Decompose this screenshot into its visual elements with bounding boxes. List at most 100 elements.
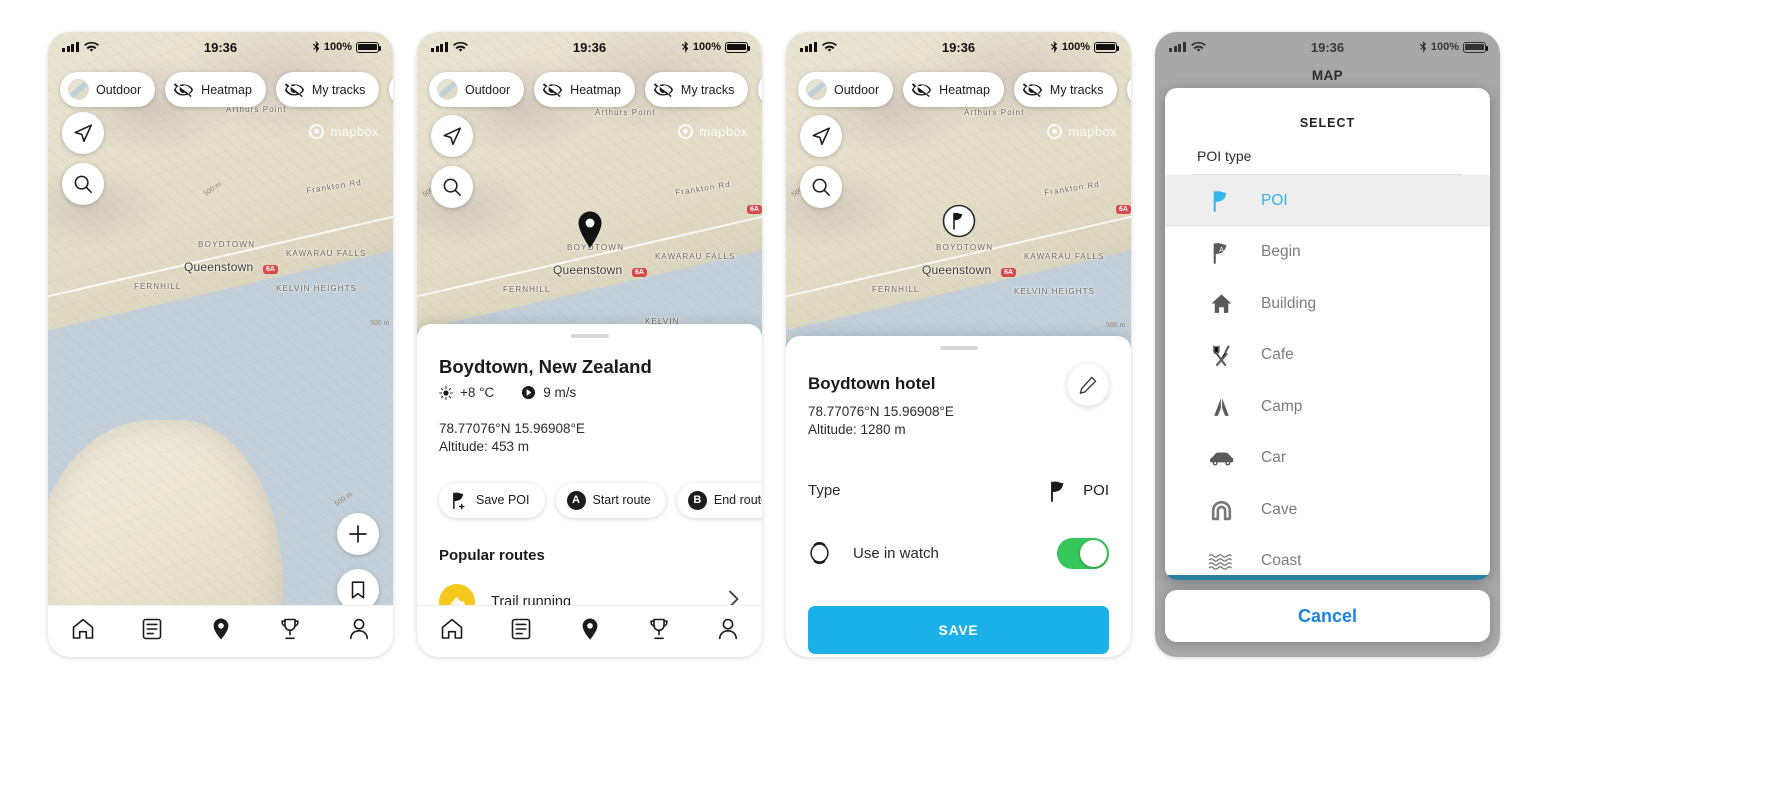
map-label-kawarau-falls: KAWARAU FALLS — [286, 249, 367, 258]
use-in-watch-toggle[interactable] — [1057, 537, 1109, 569]
map-label-boydtown: BOYDTOWN — [198, 240, 256, 249]
status-bar: 19:36 100% — [48, 32, 393, 62]
option-begin[interactable]: A Begin — [1165, 227, 1490, 279]
svg-text:A: A — [1219, 245, 1224, 254]
use-in-watch-row[interactable]: Use in watch — [808, 537, 1109, 569]
map-label-frankton-rd: Frankton Rd — [305, 177, 363, 196]
place-title: Boydtown, New Zealand — [439, 356, 652, 377]
option-cave[interactable]: Cave — [1165, 484, 1490, 536]
locate-me-button[interactable] — [431, 115, 473, 157]
chip-my-tracks[interactable]: My tracks — [275, 72, 380, 107]
map-label-frankton-rd: Frankton Rd — [674, 179, 732, 198]
start-route-button[interactable]: A Start route — [555, 482, 666, 518]
place-action-row: Save POI A Start route B End route — [439, 482, 762, 518]
tab-map[interactable] — [577, 616, 603, 647]
chip-label: Heatmap — [570, 82, 621, 97]
chip-heatmap[interactable]: Heatmap — [165, 72, 266, 107]
end-route-button[interactable]: B End route — [676, 482, 762, 518]
save-button[interactable]: SAVE — [808, 605, 1109, 654]
chip-outdoor[interactable]: Outdoor — [60, 72, 156, 107]
option-cafe[interactable]: Cafe — [1165, 330, 1490, 382]
map-label-kawarau-falls: KAWARAU FALLS — [1024, 252, 1105, 261]
option-building[interactable]: Building — [1165, 278, 1490, 330]
chip-my-tracks[interactable]: My tracks — [644, 72, 749, 107]
chip-poi[interactable]: POI — [389, 72, 393, 107]
map-search-button[interactable] — [62, 163, 104, 205]
eye-off-icon — [912, 83, 932, 97]
chip-heatmap[interactable]: Heatmap — [903, 72, 1004, 107]
edit-button[interactable] — [1067, 364, 1109, 406]
chip-heatmap[interactable]: Heatmap — [534, 72, 635, 107]
altitude-value: Altitude: 453 m — [439, 438, 530, 454]
chip-poi[interactable]: POI — [1127, 72, 1131, 107]
option-car[interactable]: Car — [1165, 433, 1490, 485]
option-label: Building — [1261, 294, 1317, 312]
poi-flag-plus-icon — [453, 492, 465, 510]
map-layer-chips: Outdoor Heatmap My tracks POI — [60, 72, 393, 107]
coordinates-value: 78.77076°N 15.96908°E — [439, 421, 585, 436]
battery-icon — [1463, 41, 1488, 53]
modal-bottom-accent — [1165, 575, 1490, 580]
tab-awards[interactable] — [646, 616, 672, 647]
tab-profile[interactable] — [346, 616, 372, 647]
option-label: Coast — [1261, 552, 1302, 570]
mapbox-label: mapbox — [699, 124, 748, 139]
chip-my-tracks[interactable]: My tracks — [1013, 72, 1118, 107]
pencil-icon — [1079, 376, 1097, 394]
map-search-button[interactable] — [800, 166, 842, 208]
battery-icon — [725, 41, 750, 53]
option-poi[interactable]: POI — [1165, 175, 1490, 227]
status-time: 19:36 — [203, 39, 238, 55]
tab-map[interactable] — [208, 616, 234, 647]
tab-feed[interactable] — [139, 616, 165, 647]
use-in-watch-label: Use in watch — [853, 544, 939, 562]
map-label-kelvin-heights: KELVIN HEIGHTS — [1014, 287, 1096, 296]
chip-outdoor[interactable]: Outdoor — [429, 72, 525, 107]
tab-feed[interactable] — [508, 616, 534, 647]
option-camp[interactable]: Camp — [1165, 381, 1490, 433]
car-icon — [1207, 448, 1235, 468]
battery-icon — [1094, 41, 1119, 53]
plus-icon — [349, 525, 367, 543]
tab-home[interactable] — [439, 616, 465, 647]
poi-title: Boydtown hotel — [808, 374, 936, 393]
map-label-kelvin-heights: KELVIN HEIGHTS — [276, 284, 358, 293]
locate-me-button[interactable] — [800, 115, 842, 157]
wind-value: 9 m/s — [543, 385, 577, 400]
map-label-kawarau-falls: KAWARAU FALLS — [655, 252, 736, 261]
chip-poi[interactable]: POI — [758, 72, 762, 107]
option-coast[interactable]: Coast — [1165, 536, 1490, 581]
tab-awards[interactable] — [277, 616, 303, 647]
map-style-thumbnail-icon — [437, 79, 458, 100]
chip-label: Heatmap — [939, 82, 990, 97]
type-row[interactable]: Type POI — [808, 479, 1109, 503]
phone-screen-map: Arthurs Point BOYDTOWN Queenstown FERNHI… — [48, 32, 393, 657]
option-label: Cafe — [1261, 346, 1294, 364]
phone-screen-poi-edit: Arthurs Point BOYDTOWN Queenstown FERNHI… — [786, 32, 1131, 657]
screenshot-stage: Arthurs Point BOYDTOWN Queenstown FERNHI… — [0, 0, 1772, 804]
chip-label: My tracks — [1049, 82, 1104, 97]
chip-label: Outdoor — [96, 82, 142, 97]
chip-label: Heatmap — [201, 82, 252, 97]
map-search-button[interactable] — [431, 166, 473, 208]
add-button[interactable] — [337, 513, 379, 555]
phone-screen-select-poi-type: 19:36 100% MAP SELECT POI type POI A Beg… — [1155, 32, 1500, 657]
map-label-fernhill: FERNHILL — [872, 285, 920, 294]
map-label-fernhill: FERNHILL — [503, 285, 551, 294]
person-icon — [349, 618, 368, 640]
eye-off-icon — [284, 83, 305, 97]
modal-title: SELECT — [1299, 116, 1356, 130]
tab-profile[interactable] — [715, 616, 741, 647]
tab-home[interactable] — [70, 616, 96, 647]
bookmark-icon — [351, 581, 365, 599]
altitude-value: Altitude: 1280 m — [808, 421, 906, 437]
cancel-button[interactable]: Cancel — [1165, 590, 1490, 642]
map-label-queenstown: Queenstown — [922, 263, 992, 277]
chip-outdoor[interactable]: Outdoor — [798, 72, 894, 107]
person-icon — [718, 618, 737, 640]
pill-label: Start route — [592, 493, 651, 508]
save-poi-button[interactable]: Save POI — [439, 482, 545, 518]
locate-me-button[interactable] — [62, 112, 104, 154]
map-style-thumbnail-icon — [806, 79, 827, 100]
location-pin-icon — [582, 618, 597, 640]
